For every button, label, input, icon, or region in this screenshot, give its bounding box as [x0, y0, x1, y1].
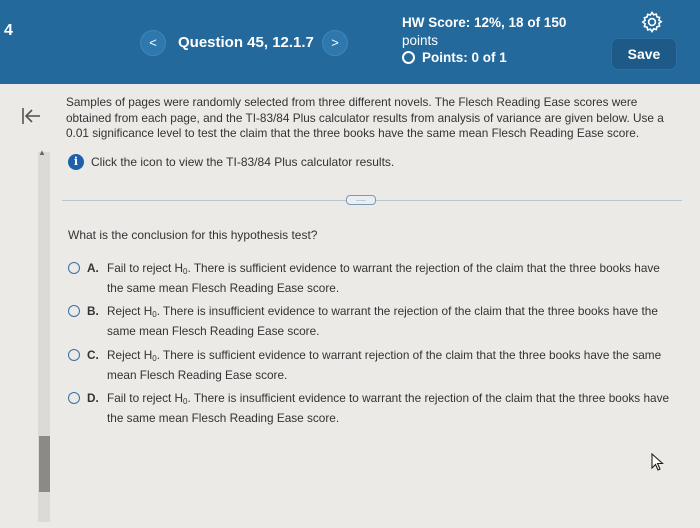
option-text-start: Reject H — [107, 348, 153, 362]
hw-score-label: HW Score: — [402, 15, 471, 30]
points-text: Points: 0 of 1 — [422, 50, 507, 65]
option-text: Reject H0. There is sufficient evidence … — [107, 347, 678, 383]
hw-score-suffix: points — [402, 33, 439, 48]
info-text: Click the icon to view the TI-83/84 Plus… — [91, 155, 395, 169]
option-a[interactable]: A. Fail to reject H0. There is sufficien… — [68, 260, 678, 296]
option-text: Reject H0. There is insufficient evidenc… — [107, 303, 678, 339]
points-status: Points: 0 of 1 — [402, 50, 507, 65]
question-title: Question 45, 12.1.7 — [178, 34, 314, 51]
option-d[interactable]: D. Fail to reject H0. There is insuffici… — [68, 390, 678, 426]
option-text-end: . There is insufficient evidence to warr… — [107, 391, 670, 425]
option-c[interactable]: C. Reject H0. There is sufficient eviden… — [68, 347, 678, 383]
collapse-left-icon[interactable] — [20, 106, 42, 126]
info-row: i Click the icon to view the TI-83/84 Pl… — [68, 154, 394, 170]
radio-button[interactable] — [68, 262, 80, 274]
option-b[interactable]: B. Reject H0. There is insufficient evid… — [68, 303, 678, 339]
question-number: 4 — [4, 22, 13, 39]
hw-score: HW Score: 12%, 18 of 150 points — [402, 14, 592, 50]
circle-icon — [402, 51, 415, 64]
next-question-button[interactable]: > — [322, 30, 348, 56]
option-text-start: Fail to reject H — [107, 391, 184, 405]
option-text-end: . There is sufficient evidence to warran… — [107, 261, 660, 295]
problem-statement: Samples of pages were randomly selected … — [66, 95, 664, 140]
gear-icon[interactable] — [640, 10, 664, 34]
scroll-up-icon[interactable]: ▲ — [38, 148, 46, 157]
radio-button[interactable] — [68, 305, 80, 317]
previous-question-button[interactable]: < — [140, 30, 166, 56]
option-text-start: Reject H — [107, 304, 153, 318]
option-letter: A. — [87, 261, 99, 275]
option-text-start: Fail to reject H — [107, 261, 184, 275]
radio-button[interactable] — [68, 349, 80, 361]
option-letter: B. — [87, 304, 99, 318]
hw-score-value: 12%, 18 of 150 — [474, 15, 567, 30]
option-text-end: . There is insufficient evidence to warr… — [107, 304, 658, 338]
scrollbar-thumb[interactable] — [39, 436, 50, 492]
option-text: Fail to reject H0. There is sufficient e… — [107, 260, 678, 296]
option-text-end: . There is sufficient evidence to warran… — [107, 348, 662, 382]
header-bar: 4 < Question 45, 12.1.7 > HW Score: 12%,… — [0, 0, 700, 84]
option-letter: C. — [87, 348, 99, 362]
save-button[interactable]: Save — [611, 38, 677, 70]
mouse-pointer-icon — [651, 453, 664, 471]
option-text: Fail to reject H0. There is insufficient… — [107, 390, 678, 426]
radio-button[interactable] — [68, 392, 80, 404]
question-prompt: What is the conclusion for this hypothes… — [68, 228, 318, 242]
expand-button[interactable]: ..... — [346, 195, 376, 205]
info-icon[interactable]: i — [68, 154, 84, 170]
option-letter: D. — [87, 391, 99, 405]
